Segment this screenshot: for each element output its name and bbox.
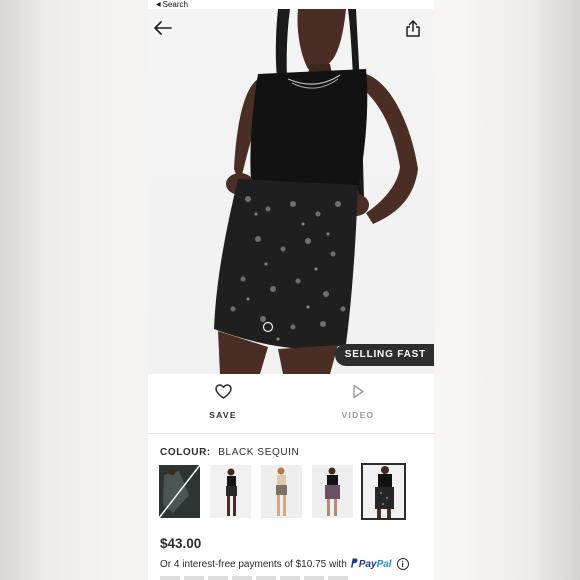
heart-icon: [214, 384, 232, 399]
product-screen: ◀ Search SELLING FAST SAVE VIDEO COLOUR:…: [148, 0, 434, 580]
paypal-logo: PayPal: [350, 558, 392, 570]
thumbnail-5-selected[interactable]: [361, 463, 406, 520]
share-button[interactable]: [406, 20, 426, 42]
thumbnail-3[interactable]: [261, 465, 302, 518]
truncated-text-line: [160, 576, 350, 580]
save-button[interactable]: SAVE: [193, 384, 253, 420]
paypal-brand-pay: Pay: [358, 559, 377, 570]
product-price: $43.00: [160, 536, 202, 551]
thumbnail-2[interactable]: [210, 465, 251, 518]
thumbnail-4-image: [312, 465, 353, 518]
thumbnail-4[interactable]: [312, 465, 353, 518]
paypal-brand-pal: Pal: [376, 559, 392, 570]
thumbnail-5-image: [363, 465, 404, 518]
arrow-left-icon: [154, 21, 172, 35]
triangle-left-icon: ◀: [156, 1, 161, 8]
play-icon: [353, 384, 364, 399]
action-bar: SAVE VIDEO: [148, 374, 434, 434]
video-button[interactable]: VIDEO: [328, 384, 388, 420]
thumbnail-2-image: [210, 465, 251, 518]
back-button[interactable]: [154, 21, 178, 41]
colour-key: COLOUR:: [160, 447, 211, 458]
paypal-installments: Or 4 interest-free payments of $10.75 wi…: [160, 558, 409, 570]
save-label: SAVE: [209, 410, 237, 420]
model-photo: [214, 9, 418, 374]
thumbnail-3-image: [261, 465, 302, 518]
colour-value: BLACK SEQUIN: [218, 447, 300, 458]
status-back-label: Search: [162, 0, 188, 9]
thumbnail-1[interactable]: [159, 465, 200, 518]
video-label: VIDEO: [341, 410, 375, 420]
status-back-link[interactable]: ◀ Search: [156, 0, 188, 9]
info-icon[interactable]: i: [396, 558, 409, 570]
selling-fast-badge: SELLING FAST: [334, 344, 434, 366]
product-image[interactable]: SELLING FAST: [148, 9, 434, 374]
thumbnail-strip: [159, 463, 406, 520]
paypal-text: Or 4 interest-free payments of $10.75 wi…: [160, 558, 347, 570]
share-icon: [406, 20, 420, 37]
thumbnail-1-image: [159, 465, 200, 518]
colour-row: COLOUR: BLACK SEQUIN: [160, 447, 299, 458]
paypal-p-icon: [350, 558, 358, 568]
